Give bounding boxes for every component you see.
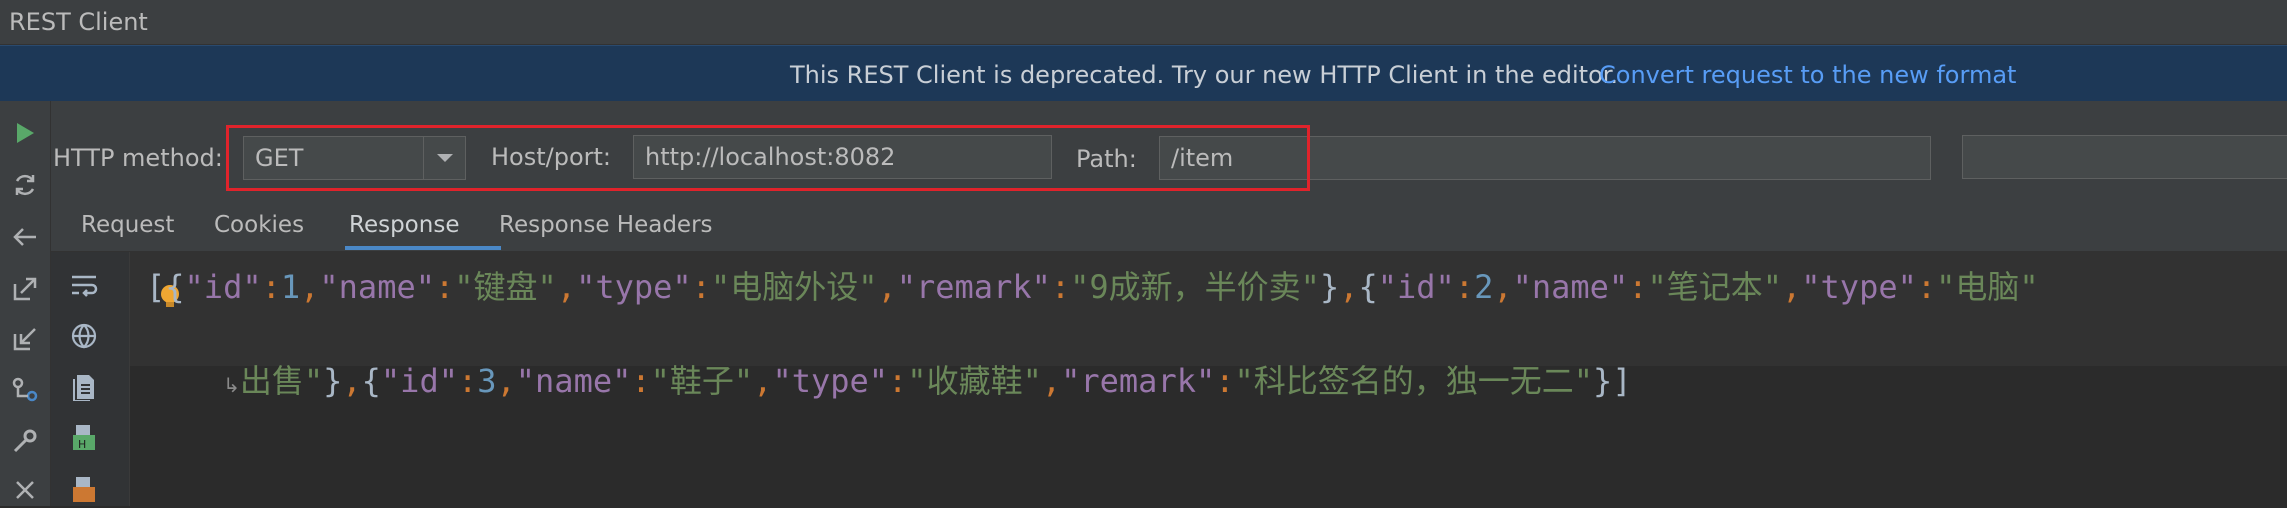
close-icon[interactable] <box>8 473 42 507</box>
back-icon[interactable] <box>8 220 42 254</box>
settings-wrench-icon[interactable] <box>8 424 42 458</box>
host-port-value: http://localhost:8082 <box>645 143 896 171</box>
response-line-2: ↳出售"},{"id":3,"name":"鞋子","type":"收藏鞋","… <box>146 318 1632 440</box>
svg-text:H: H <box>78 438 86 451</box>
response-line-1: [{"id":1,"name":"键盘","type":"电脑外设","rema… <box>146 268 2039 306</box>
document-icon[interactable] <box>66 369 102 405</box>
path-label: Path: <box>1076 145 1137 173</box>
response-tabs: Request Cookies Response Response Header… <box>51 199 2287 252</box>
http-method-label: HTTP method: <box>53 144 223 172</box>
tab-cookies[interactable]: Cookies <box>214 212 304 238</box>
globe-icon[interactable] <box>66 318 102 354</box>
import-icon[interactable] <box>8 322 42 356</box>
window-title: REST Client <box>9 8 148 36</box>
chevron-down-icon[interactable] <box>423 137 465 179</box>
tab-response[interactable]: Response <box>349 212 459 238</box>
title-bar: REST Client <box>0 0 2287 45</box>
response-line-2-text: 出售"},{"id":3,"name":"鞋子","type":"收藏鞋","r… <box>239 362 1632 400</box>
banner-message: This REST Client is deprecated. Try our … <box>790 61 1619 89</box>
active-tab-indicator <box>345 246 501 250</box>
save-html-icon[interactable]: H <box>66 420 102 456</box>
save-xml-icon[interactable] <box>66 472 102 508</box>
http-method-value: GET <box>255 144 304 172</box>
host-port-input[interactable]: http://localhost:8082 <box>633 135 1052 179</box>
soft-wrap-icon[interactable] <box>66 267 102 303</box>
run-icon[interactable] <box>8 116 42 150</box>
share-icon[interactable] <box>8 373 42 407</box>
extra-input[interactable] <box>1962 135 2287 179</box>
http-method-select[interactable]: GET <box>243 136 466 180</box>
path-value: /item <box>1171 144 1234 172</box>
tab-response-headers[interactable]: Response Headers <box>499 212 713 238</box>
path-input[interactable]: /item <box>1159 136 1931 180</box>
tab-request[interactable]: Request <box>81 212 174 238</box>
left-toolbar <box>0 101 51 506</box>
response-editor[interactable]: [{"id":1,"name":"键盘","type":"电脑外设","rema… <box>130 252 2287 506</box>
deprecation-banner: This REST Client is deprecated. Try our … <box>0 45 2287 102</box>
export-icon[interactable] <box>8 272 42 306</box>
response-gutter: H <box>51 252 130 506</box>
refresh-icon[interactable] <box>8 168 42 202</box>
host-port-label: Host/port: <box>491 143 612 171</box>
convert-request-link[interactable]: Convert request to the new format <box>1599 61 2016 89</box>
wrap-continuation-icon: ↳ <box>223 373 240 397</box>
